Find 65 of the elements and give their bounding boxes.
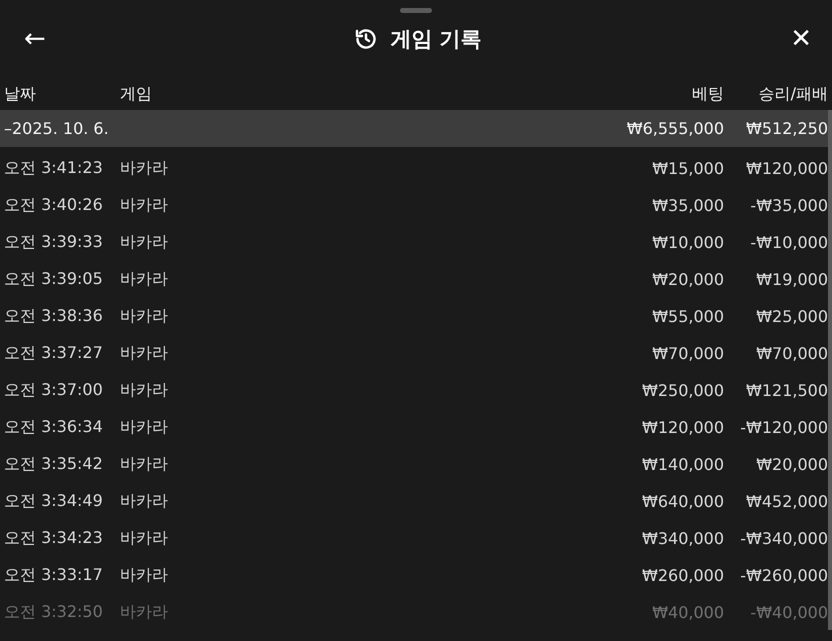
date-group-label[interactable]: –2025. 10. 6. (4, 119, 594, 138)
table-cell-text: 바카라 (120, 602, 169, 623)
table-cell-text: 바카라 (120, 565, 169, 586)
table-cell-text: -₩35,000 (749, 196, 828, 215)
table-cell-text: ₩512,250 (745, 119, 828, 138)
table-cell-text: ₩140,000 (641, 455, 724, 474)
table-cell-text: ₩250,000 (641, 381, 724, 400)
table-cell-text: -₩120,000 (739, 418, 828, 437)
table-cell-text: 바카라 (120, 232, 169, 253)
table-cell-text: 오전 3:41:23 (4, 158, 104, 179)
column-header: 승리/패배 (758, 84, 828, 104)
column-header: 베팅 (691, 84, 724, 104)
table-cell-text: ₩120,000 (641, 418, 724, 437)
table-cell-text: -₩10,000 (749, 233, 828, 252)
table-cell-text: 바카라 (120, 306, 169, 327)
close-button[interactable]: ✕ (786, 26, 816, 52)
table-cell-text: 오전 3:40:26 (4, 195, 104, 216)
table-cell-text: 오전 3:39:33 (4, 232, 104, 253)
table-cell-text: ₩120,000 (745, 159, 828, 178)
table-cell-text: 바카라 (120, 195, 169, 216)
table-cell-text: 바카라 (120, 491, 169, 512)
table-cell-text: ₩40,000 (651, 603, 724, 622)
table-cell-text: ₩6,555,000 (626, 119, 724, 138)
table-cell-text: 바카라 (120, 454, 169, 475)
table-cell-text: 오전 3:37:27 (4, 343, 104, 364)
table-cell-text: 바카라 (120, 269, 169, 290)
table-cell-text: ₩15,000 (651, 159, 724, 178)
table-cell-text: 오전 3:36:34 (4, 417, 104, 438)
table-cell-text: 오전 3:33:17 (4, 565, 104, 586)
table-cell-text: ₩20,000 (651, 270, 724, 289)
table-cell-text: ₩70,000 (651, 344, 724, 363)
table-cell-text: ₩70,000 (755, 344, 828, 363)
table-cell-text: 바카라 (120, 380, 169, 401)
table-cell-text: 오전 3:34:23 (4, 528, 104, 549)
table-cell-text: 오전 3:35:42 (4, 454, 104, 475)
table-cell-text: ₩640,000 (641, 492, 724, 511)
column-header: 날짜 (4, 84, 37, 104)
table-cell-text: 오전 3:32:50 (4, 602, 104, 623)
table-cell-text: -₩40,000 (749, 603, 828, 622)
table-cell-text: ₩340,000 (641, 529, 724, 548)
back-button[interactable]: ← (20, 26, 50, 52)
table-cell-text: 바카라 (120, 417, 169, 438)
table-cell-text: ₩452,000 (745, 492, 828, 511)
table-cell-text: -₩260,000 (739, 566, 828, 585)
scrollbar[interactable] (828, 110, 832, 630)
table-cell-text: 바카라 (120, 158, 169, 179)
table-cell-text: ₩260,000 (641, 566, 724, 585)
column-header: 게임 (120, 84, 153, 104)
table-cell-text: 오전 3:37:00 (4, 380, 104, 401)
table-cell-text: -₩340,000 (739, 529, 828, 548)
drag-handle[interactable] (400, 8, 432, 13)
table-cell-text: ₩55,000 (651, 307, 724, 326)
table-cell-text: 오전 3:38:36 (4, 306, 104, 327)
table-cell-text: ₩10,000 (651, 233, 724, 252)
table-cell-text: ₩121,500 (745, 381, 828, 400)
table-cell-text: ₩35,000 (651, 196, 724, 215)
window-title: 게임 기록 (390, 26, 482, 53)
table-cell-text: 오전 3:39:05 (4, 269, 104, 290)
table-cell-text: ₩25,000 (755, 307, 828, 326)
table-cell-text: ₩19,000 (755, 270, 828, 289)
table-cell-text: ₩20,000 (755, 455, 828, 474)
table-cell-text: 바카라 (120, 528, 169, 549)
table-cell-text: 오전 3:34:49 (4, 491, 104, 512)
history-icon (354, 27, 378, 51)
table-cell-text: 바카라 (120, 343, 169, 364)
